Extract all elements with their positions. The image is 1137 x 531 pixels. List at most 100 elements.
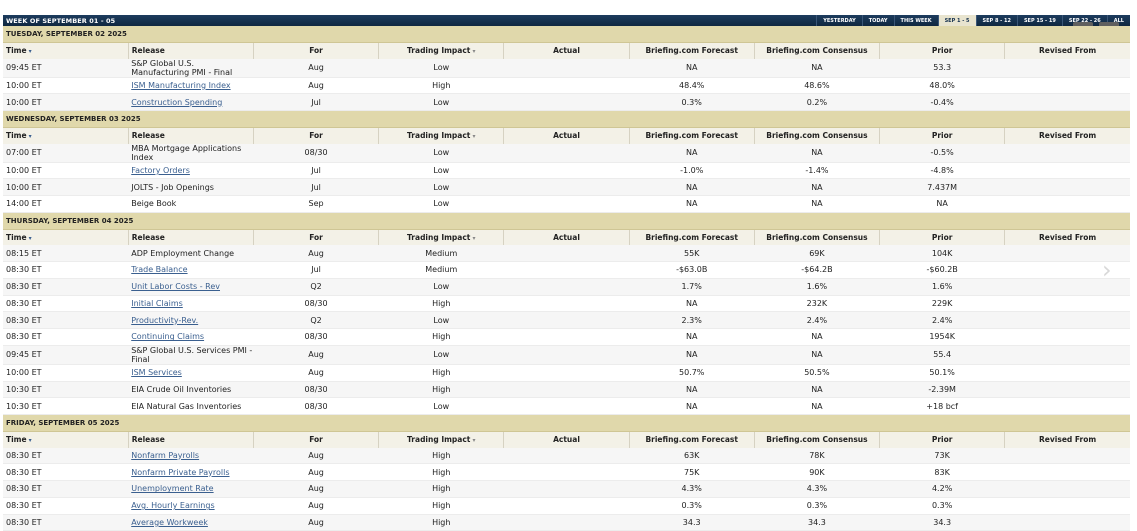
release-link[interactable]: Productivity-Rev. (131, 316, 198, 325)
time-cell: 10:00 ET (3, 364, 129, 382)
time-cell: 08:30 ET (3, 311, 129, 329)
release-link[interactable]: ISM Services (131, 368, 182, 377)
for-cell: Sep (253, 195, 379, 213)
actual-column-header: Actual (503, 127, 630, 144)
for-cell: 08/30 (253, 397, 379, 415)
revised-column-header: Revised From (1004, 42, 1130, 59)
table-row: 08:30 ET Unemployment Rate Aug High 4.3% 4.3%… (3, 480, 1130, 498)
column-header-label: Prior (931, 232, 953, 242)
impact-cell: Low (378, 195, 504, 213)
column-header-label: Briefing.com Forecast (645, 435, 738, 445)
consensus-cell: 69K (754, 245, 880, 263)
column-header-label: Release (131, 131, 165, 141)
release-link[interactable]: Unit Labor Costs - Rev (131, 282, 220, 291)
week-nav-button[interactable]: THIS WEEK (893, 15, 938, 26)
consensus-cell: 232K (754, 295, 880, 313)
impact-cell: High (378, 447, 504, 465)
time-cell: 08:30 ET (3, 447, 129, 465)
week-nav-button[interactable]: SEP 8 - 12 (975, 15, 1017, 26)
table-row: 10:00 ET Factory Orders Jul Low -1.0% -1.4% -4… (3, 162, 1130, 180)
column-header-label: Trading Impact (407, 131, 471, 141)
prior-cell: -4.8% (879, 162, 1005, 180)
release-link[interactable]: Factory Orders (131, 166, 190, 175)
release-link[interactable]: Average Workweek (131, 518, 208, 527)
forecast-cell: 4.3% (629, 480, 755, 498)
time-column-header[interactable]: Time ▾ (3, 431, 129, 448)
for-cell: Jul (253, 93, 379, 111)
consensus-cell: NA (754, 397, 880, 415)
time-cell: 10:00 ET (3, 162, 129, 180)
forecast-cell: NA (629, 328, 755, 346)
revised-cell (1004, 295, 1130, 313)
consensus-column-header: Briefing.com Consensus (753, 431, 880, 448)
impact-cell: Medium (378, 261, 504, 279)
prior-cell: 48.0% (879, 77, 1005, 95)
economic-calendar: TUESDAY, SEPTEMBER 02 2025 Time ▾ Release F… (3, 26, 1130, 531)
actual-column-header: Actual (503, 42, 630, 59)
for-cell: Aug (253, 77, 379, 95)
sort-down-icon: ▾ (470, 133, 476, 141)
forecast-cell: NA (629, 58, 755, 78)
day-label: FRIDAY, SEPTEMBER 05 2025 (3, 414, 1130, 432)
actual-cell (503, 480, 630, 498)
prior-cell: 50.1% (879, 364, 1005, 382)
column-header-label: Actual (553, 435, 580, 445)
impact-column-header[interactable]: Trading Impact ▾ (378, 42, 504, 59)
prior-cell: 34.3 (879, 514, 1005, 531)
revised-cell (1004, 364, 1130, 382)
for-cell: Aug (253, 480, 379, 498)
impact-cell: Low (378, 397, 504, 415)
forecast-cell: 50.7% (629, 364, 755, 382)
week-nav-button[interactable]: TODAY (861, 15, 894, 26)
actual-cell (503, 77, 630, 95)
release-link[interactable]: Nonfarm Private Payrolls (131, 468, 229, 477)
release-link[interactable]: Construction Spending (131, 98, 222, 107)
week-nav-button[interactable]: YESTERDAY (816, 15, 861, 26)
column-header-label: Revised From (1039, 131, 1097, 141)
time-column-header[interactable]: Time ▾ (3, 127, 129, 144)
for-cell: Aug (253, 364, 379, 382)
sort-down-icon: ▾ (26, 48, 32, 56)
consensus-cell: -$64.2B (754, 261, 880, 279)
impact-cell: Medium (378, 245, 504, 263)
prior-cell: 4.2% (879, 480, 1005, 498)
revised-cell (1004, 93, 1130, 111)
for-cell: Jul (253, 178, 379, 196)
release-link[interactable]: Nonfarm Payrolls (131, 451, 199, 460)
release-link[interactable]: Trade Balance (131, 265, 187, 274)
impact-column-header[interactable]: Trading Impact ▾ (378, 127, 504, 144)
release-cell: Unemployment Rate (128, 480, 254, 498)
release-cell: Beige Book (128, 195, 254, 213)
table-row: 08:30 ET Average Workweek Aug High 34.3 34.3 3… (3, 514, 1130, 531)
release-cell: S&P Global U.S. Manufacturing PMI - Fina… (128, 58, 254, 78)
release-link[interactable]: Continuing Claims (131, 332, 204, 341)
revised-cell (1004, 178, 1130, 196)
release-cell: EIA Natural Gas Inventories (128, 397, 254, 415)
actual-cell (503, 93, 630, 111)
actual-cell (503, 143, 630, 163)
time-column-header[interactable]: Time ▾ (3, 229, 129, 246)
impact-column-header[interactable]: Trading Impact ▾ (378, 229, 504, 246)
column-header-label: Time (6, 232, 27, 242)
impact-cell: High (378, 463, 504, 481)
impact-cell: High (378, 77, 504, 95)
table-row: 10:00 ET Construction Spending Jul Low 0.3% 0… (3, 93, 1130, 111)
release-link[interactable]: Unemployment Rate (131, 484, 213, 493)
column-header-row: Time ▾ Release For Trading Impact ▾ Actual Br… (3, 42, 1130, 59)
next-arrow-icon[interactable]: › (1102, 256, 1112, 284)
time-cell: 07:00 ET (3, 143, 129, 163)
release-link[interactable]: Initial Claims (131, 299, 183, 308)
week-nav-button[interactable]: SEP 1 - 5 (937, 15, 976, 26)
forecast-cell: 63K (629, 447, 755, 465)
column-header-label: Briefing.com Forecast (645, 232, 738, 242)
column-header-label: Time (6, 46, 27, 56)
revised-cell (1004, 195, 1130, 213)
for-cell: Aug (253, 345, 379, 365)
time-cell: 10:00 ET (3, 178, 129, 196)
column-header-label: For (309, 232, 323, 242)
week-nav-button[interactable]: SEP 15 - 19 (1016, 15, 1062, 26)
impact-column-header[interactable]: Trading Impact ▾ (378, 431, 504, 448)
release-link[interactable]: ISM Manufacturing Index (131, 81, 230, 90)
actual-cell (503, 261, 630, 279)
time-column-header[interactable]: Time ▾ (3, 42, 129, 59)
